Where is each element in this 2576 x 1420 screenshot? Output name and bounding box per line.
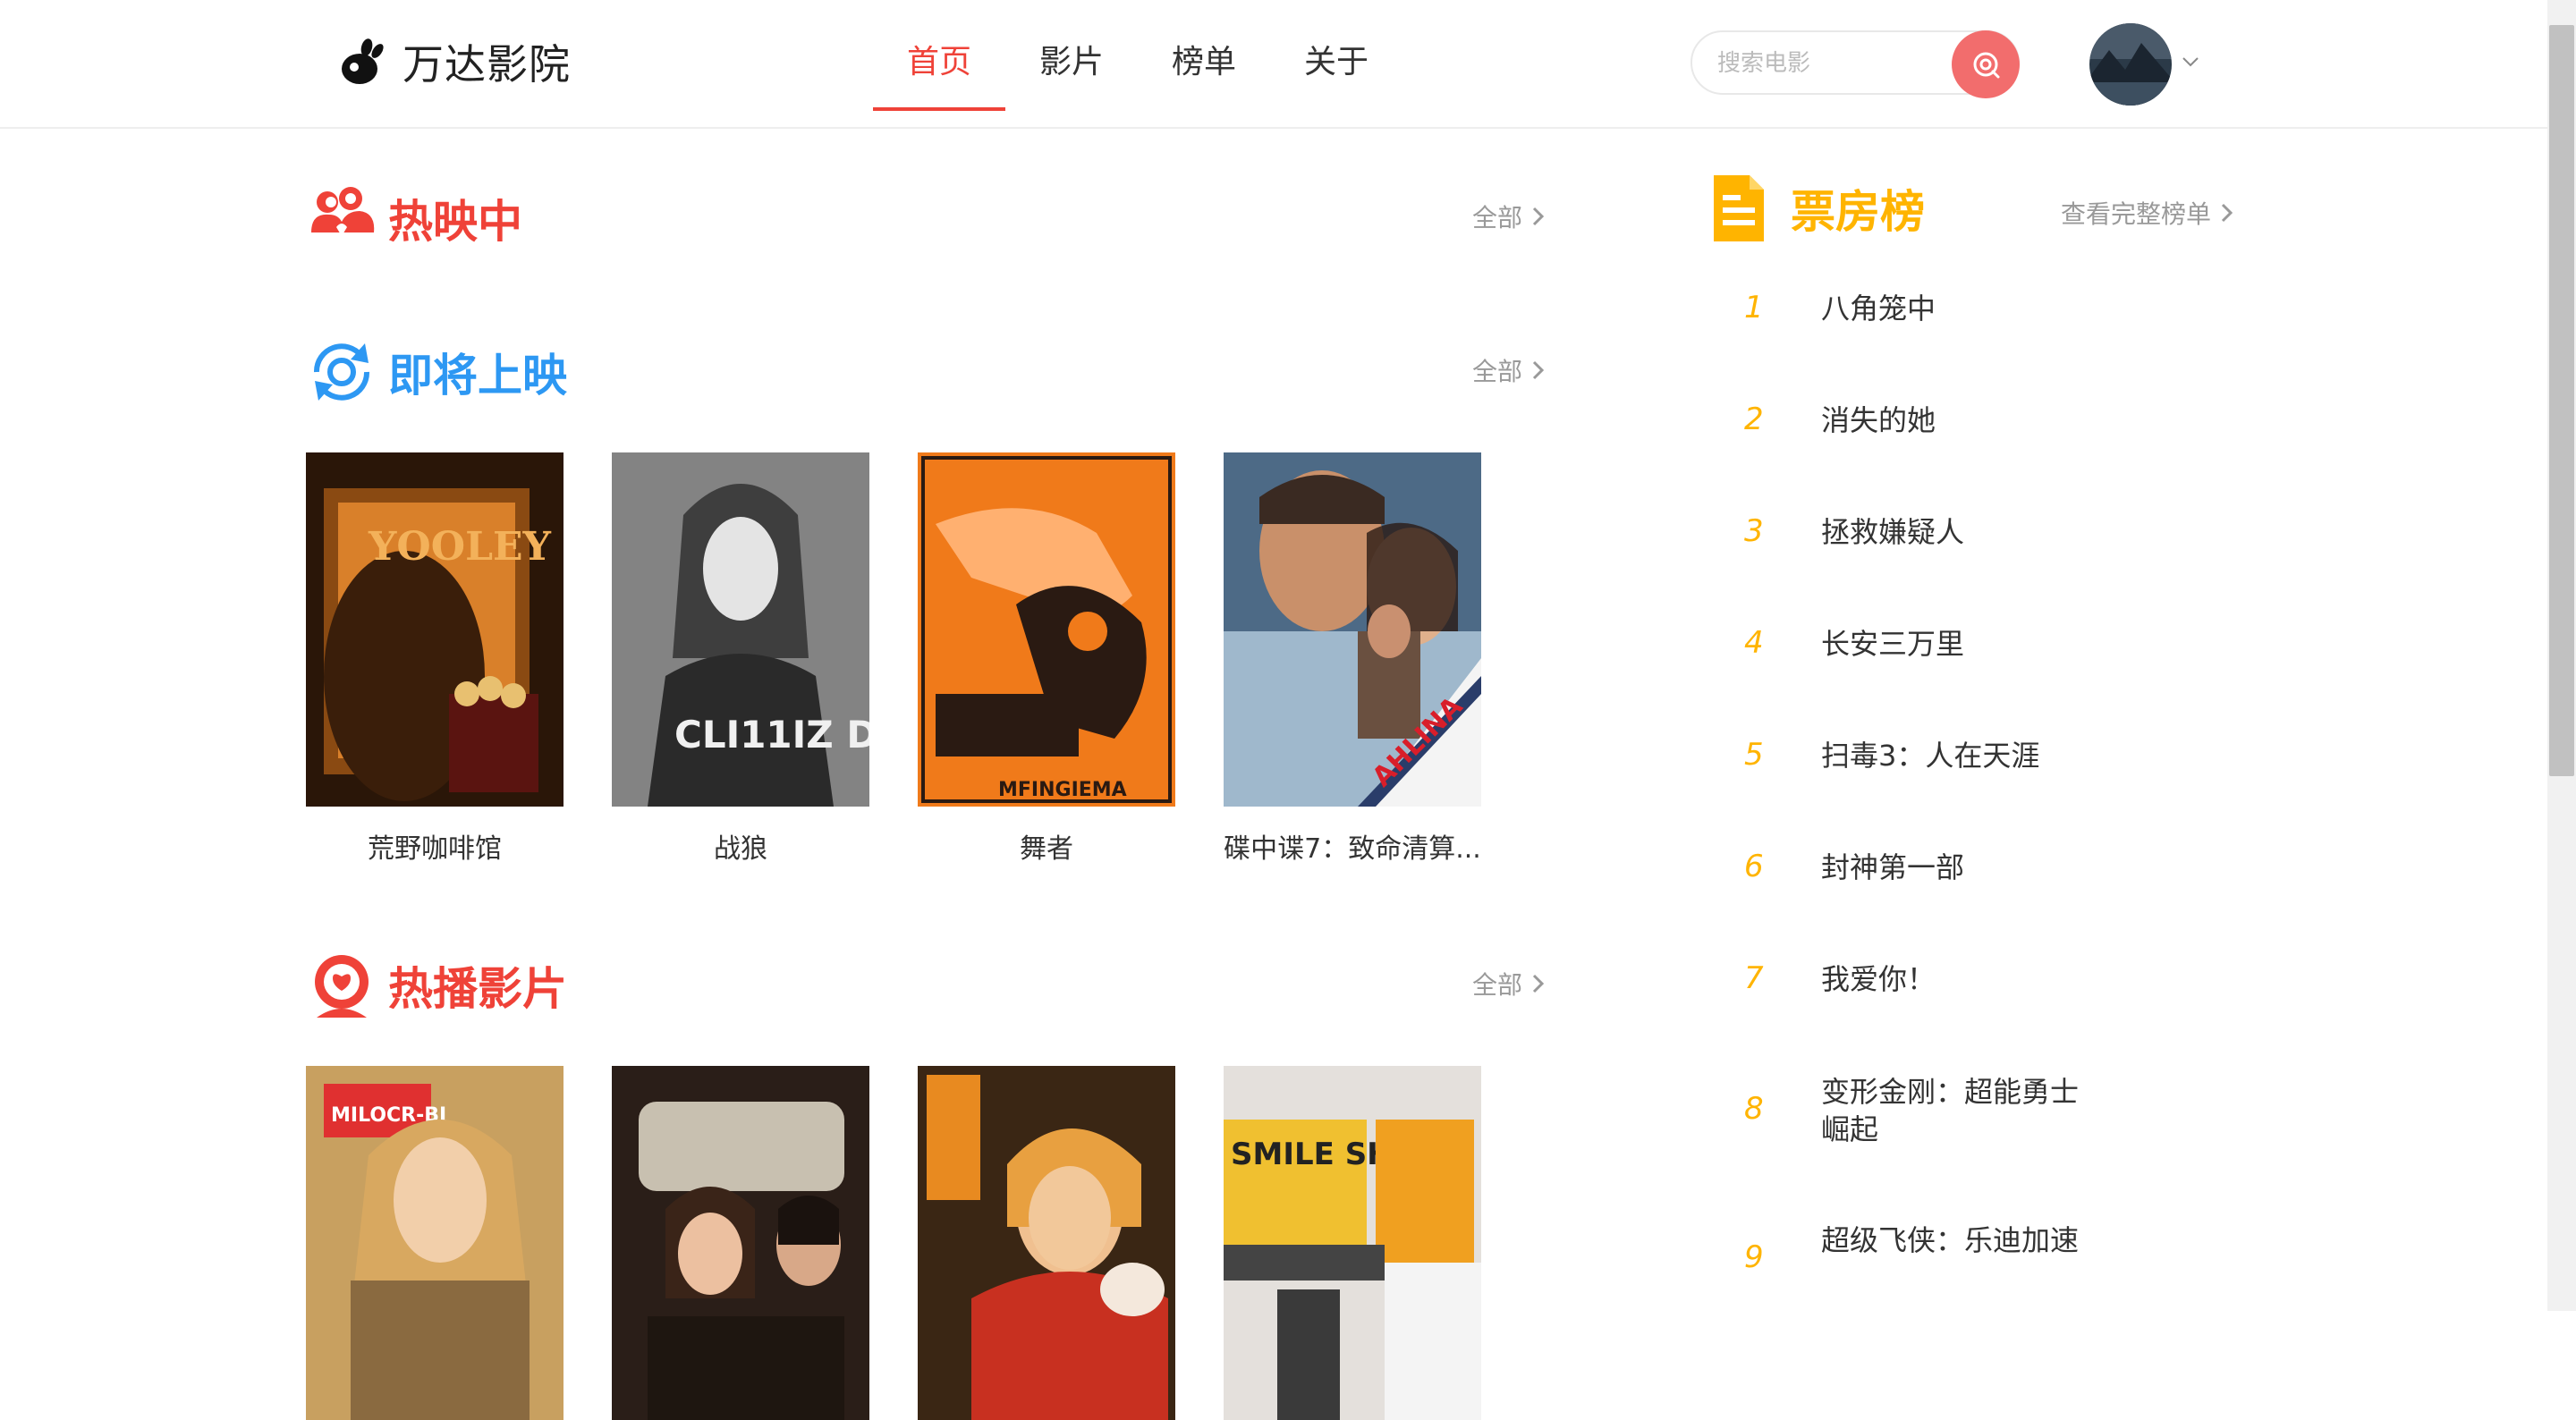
movie-card[interactable]: MFINGIEMA 舞者 (918, 452, 1175, 866)
nav-item-home[interactable]: 首页 (873, 0, 1006, 111)
scrollbar-thumb[interactable] (2549, 25, 2574, 776)
movie-poster[interactable]: YOOLEY MIBBIEM (306, 452, 564, 807)
logo[interactable]: 万达影院 (340, 32, 571, 91)
upcoming-section-header: 即将上映 (306, 336, 567, 408)
avatar[interactable] (2089, 23, 2172, 106)
chevron-right-icon (2221, 203, 2233, 223)
movie-card[interactable]: MILOCR-BI (306, 1066, 564, 1420)
rank-number: 6 (1744, 849, 1764, 884)
rank-number: 2 (1744, 401, 1764, 437)
chevron-right-icon (1532, 207, 1545, 226)
movie-title: 舞者 (1020, 833, 1073, 865)
rank-movie-name: 消失的她 (1821, 403, 1936, 437)
search-input[interactable] (1716, 46, 1943, 80)
rank-movie-name: 变形金刚：超能勇士崛起 (1821, 1075, 2080, 1146)
movie-card[interactable]: AHLINA 碟中谍7：致命清算... (1224, 452, 1481, 866)
chevron-right-icon (1532, 360, 1545, 380)
rank-number: 3 (1744, 513, 1764, 549)
main-nav: 首页 影片 榜单 关于 (873, 0, 1402, 111)
upcoming-section-title: 即将上映 (388, 350, 567, 401)
svg-text:CLI11IZ DOFIBO: CLI11IZ DOFIBO (674, 713, 869, 756)
rank-movie-name: 八角笼中 (1821, 292, 1936, 325)
rank-number: 5 (1744, 737, 1764, 773)
rank-movie-name: 扫毒3：人在天涯 (1821, 739, 2040, 773)
svg-text:MFINGIEMA: MFINGIEMA (998, 779, 1127, 801)
movie-poster[interactable]: MILOCR-BI (306, 1066, 564, 1420)
search-button[interactable] (1952, 30, 2020, 98)
box-office-header: 票房榜 (1714, 175, 1925, 241)
movie-poster[interactable] (918, 1066, 1175, 1420)
upcoming-more-link[interactable]: 全部 (1472, 352, 1546, 388)
rank-movie-name: 我爱你！ (1821, 962, 1936, 996)
box-office-more-link[interactable]: 查看完整榜单 (2061, 195, 2234, 231)
box-office-title: 票房榜 (1791, 186, 1925, 238)
hot-section-icon (311, 187, 375, 236)
rank-item[interactable]: 1 八角笼中 (1744, 290, 2080, 327)
box-office-icon (1714, 175, 1764, 241)
rank-item[interactable]: 9 超级飞侠：乐迪加速 (1744, 1221, 2080, 1275)
movie-title: 碟中谍7：致命清算... (1224, 833, 1481, 865)
hot-section-header: 热映中 (306, 182, 522, 254)
rank-number: 9 (1744, 1239, 1764, 1275)
hot-section-title: 热映中 (388, 196, 522, 248)
rank-number: 1 (1744, 290, 1764, 325)
nav-item-about[interactable]: 关于 (1270, 0, 1402, 111)
chevron-right-icon (1532, 974, 1545, 993)
rank-movie-name: 超级飞侠：乐迪加速 (1821, 1223, 2080, 1257)
hot-more-link[interactable]: 全部 (1472, 199, 1546, 234)
nav-item-movies[interactable]: 影片 (1005, 0, 1138, 111)
rank-item[interactable]: 5 扫毒3：人在天涯 (1744, 737, 2080, 774)
movie-title: 荒野咖啡馆 (368, 833, 502, 865)
movie-card[interactable]: CLI11IZ DOFIBO 战狼 (612, 452, 869, 866)
movie-poster[interactable] (612, 1066, 869, 1420)
rank-number: 8 (1744, 1091, 1764, 1127)
rank-item[interactable]: 2 消失的她 (1744, 401, 2080, 439)
popular-section-icon (315, 955, 369, 1018)
rank-movie-name: 长安三万里 (1821, 627, 1965, 661)
svg-text:YOOLEY MIBBIEM: YOOLEY MIBBIEM (368, 524, 564, 570)
movie-poster[interactable]: AHLINA (1224, 452, 1481, 807)
movie-card[interactable]: YOOLEY MIBBIEM 荒野咖啡馆 (306, 452, 564, 866)
rank-item[interactable]: 3 拯救嫌疑人 (1744, 513, 2080, 551)
movie-title: 战狼 (714, 833, 767, 865)
rank-movie-name: 封神第一部 (1821, 850, 1965, 884)
movie-poster[interactable]: MFINGIEMA (918, 452, 1175, 807)
search-icon (1973, 52, 2000, 79)
movie-poster[interactable]: SMILE SHE (1224, 1066, 1481, 1420)
top-header: 万达影院 首页 影片 榜单 关于 (0, 0, 2547, 129)
nav-item-rankings[interactable]: 榜单 (1138, 0, 1270, 111)
rank-movie-name: 拯救嫌疑人 (1821, 515, 1965, 549)
rank-number: 7 (1744, 960, 1764, 996)
rank-number: 4 (1744, 625, 1764, 661)
upcoming-section-icon (313, 343, 370, 401)
logo-icon (342, 38, 384, 84)
rank-item[interactable]: 4 长安三万里 (1744, 625, 2080, 663)
popular-section-title: 热播影片 (388, 963, 567, 1015)
movie-poster[interactable]: CLI11IZ DOFIBO (612, 452, 869, 807)
rank-item[interactable]: 7 我爱你！ (1744, 960, 2080, 998)
chevron-down-icon[interactable] (2179, 50, 2202, 73)
movie-card[interactable]: SMILE SHE (1224, 1066, 1481, 1420)
movie-card[interactable] (612, 1066, 869, 1420)
movie-card[interactable] (918, 1066, 1175, 1420)
rank-item[interactable]: 8 变形金刚：超能勇士崛起 (1744, 1073, 2080, 1148)
popular-more-link[interactable]: 全部 (1472, 966, 1546, 1002)
app-name: 万达影院 (402, 40, 571, 89)
rank-item[interactable]: 6 封神第一部 (1744, 849, 2080, 886)
popular-section-header: 热播影片 (306, 950, 567, 1021)
